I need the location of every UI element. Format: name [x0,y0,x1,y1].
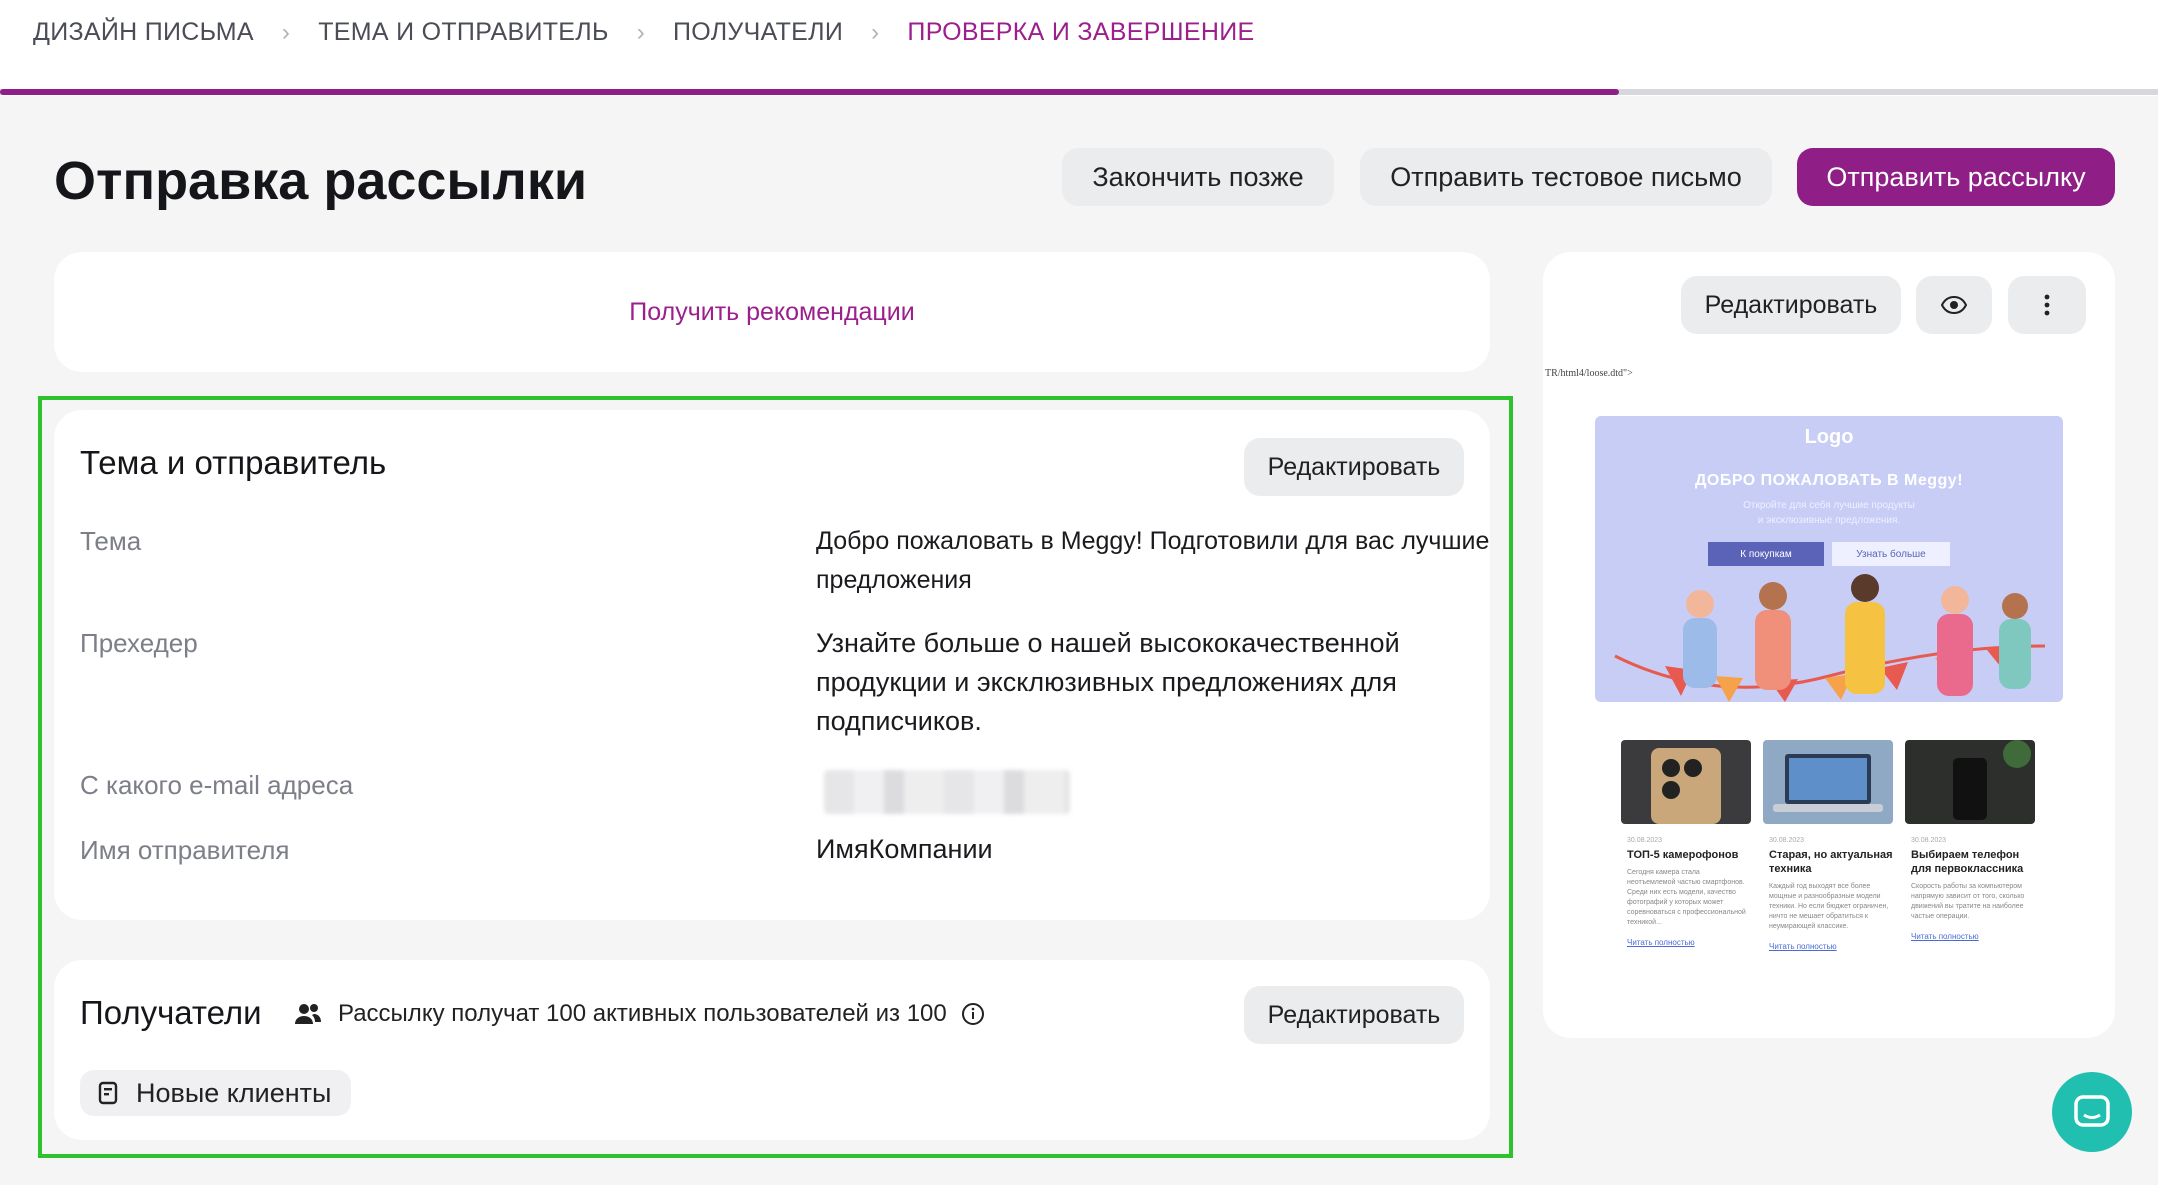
chevron-right-icon: › [281,18,291,46]
email-learn-more-button: Узнать больше [1832,542,1950,566]
more-vertical-icon [2044,294,2050,316]
email-preview-panel: Редактировать TR/html4/loose.dtd"> Logo … [1543,252,2115,1038]
edit-template-button[interactable]: Редактировать [1681,276,1901,334]
chat-icon [2074,1095,2110,1127]
article-read-more-link: Читать полностью [1627,938,1695,947]
article-text: Каждый год выходят все более мощные и ра… [1769,883,1889,930]
page-title: Отправка рассылки [54,151,588,211]
welcome-illustration [1614,574,2046,702]
article-card: 30.08.2023 Старая, но актуальная техника… [1763,740,1893,951]
email-subheading: Откройте для себя лучшие продукты и экск… [1595,498,2063,528]
eye-icon [1941,296,1967,314]
article-date: 30.08.2023 [1769,837,1805,844]
email-shop-button: К покупкам [1708,542,1824,566]
chevron-right-icon: › [636,18,645,46]
phone-on-desk-image [1905,740,2035,824]
send-campaign-button[interactable]: Отправить рассылку [1797,148,2115,206]
highlight-frame [38,396,1513,1158]
email-subheading-line: и эксклюзивные предложения. [1757,515,1901,526]
email-hero: Logo ДОБРО ПОЖАЛОВАТЬ В Meggy! Откройте … [1595,416,2063,702]
email-logo: Logo [1804,426,1854,448]
article-read-more-link: Читать полностью [1911,932,1979,941]
article-text: Сегодня камера стала неотъемлемой частью… [1627,869,1746,926]
article-title: Выбираем телефон для первоклассника [1911,849,2024,875]
article-date: 30.08.2023 [1911,837,1947,844]
phone-cameras-image [1621,740,1751,824]
chevron-right-icon: › [871,18,880,46]
laptop-image [1763,740,1893,824]
step-design[interactable]: ДИЗАЙН ПИСЬМА [33,18,254,47]
email-subheading-line: Откройте для себя лучшие продукты [1743,500,1915,511]
progress-bar [0,89,2158,95]
article-read-more-link: Читать полностью [1769,942,1837,951]
email-thumbnail: Logo ДОБРО ПОЖАЛОВАТЬ В Meggy! Откройте … [1595,416,2063,951]
recommendations-card: Получить рекомендации [54,252,1490,372]
email-articles: 30.08.2023 ТОП-5 камерофонов Сегодня кам… [1621,740,2035,951]
progress-fill [0,89,1619,95]
doctype-fragment: TR/html4/loose.dtd"> [1545,368,1633,379]
stepper-bar: ДИЗАЙН ПИСЬМА › ТЕМА И ОТПРАВИТЕЛЬ › ПОЛ… [0,0,2158,96]
article-title: Старая, но актуальная техника [1769,849,1893,875]
preview-eye-button[interactable] [1916,276,1992,334]
support-chat-button[interactable] [2052,1072,2132,1152]
step-review-finish[interactable]: ПРОВЕРКА И ЗАВЕРШЕНИЕ [907,18,1254,47]
article-card: 30.08.2023 Выбираем телефон для первокла… [1905,740,2035,951]
finish-later-button[interactable]: Закончить позже [1062,148,1334,206]
get-recommendations-link[interactable]: Получить рекомендации [629,298,914,327]
article-text: Скорость работы за компьютером напрямую … [1911,883,2025,920]
article-card: 30.08.2023 ТОП-5 камерофонов Сегодня кам… [1621,740,1751,951]
article-date: 30.08.2023 [1627,837,1663,844]
send-test-button[interactable]: Отправить тестовое письмо [1360,148,1772,206]
more-options-button[interactable] [2008,276,2086,334]
breadcrumb: ДИЗАЙН ПИСЬМА › ТЕМА И ОТПРАВИТЕЛЬ › ПОЛ… [33,18,1254,47]
email-heading: ДОБРО ПОЖАЛОВАТЬ В Meggy! [1694,472,1964,489]
article-title: ТОП-5 камерофонов [1627,849,1739,861]
step-subject-sender[interactable]: ТЕМА И ОТПРАВИТЕЛЬ [318,18,608,47]
step-recipients[interactable]: ПОЛУЧАТЕЛИ [673,18,843,47]
